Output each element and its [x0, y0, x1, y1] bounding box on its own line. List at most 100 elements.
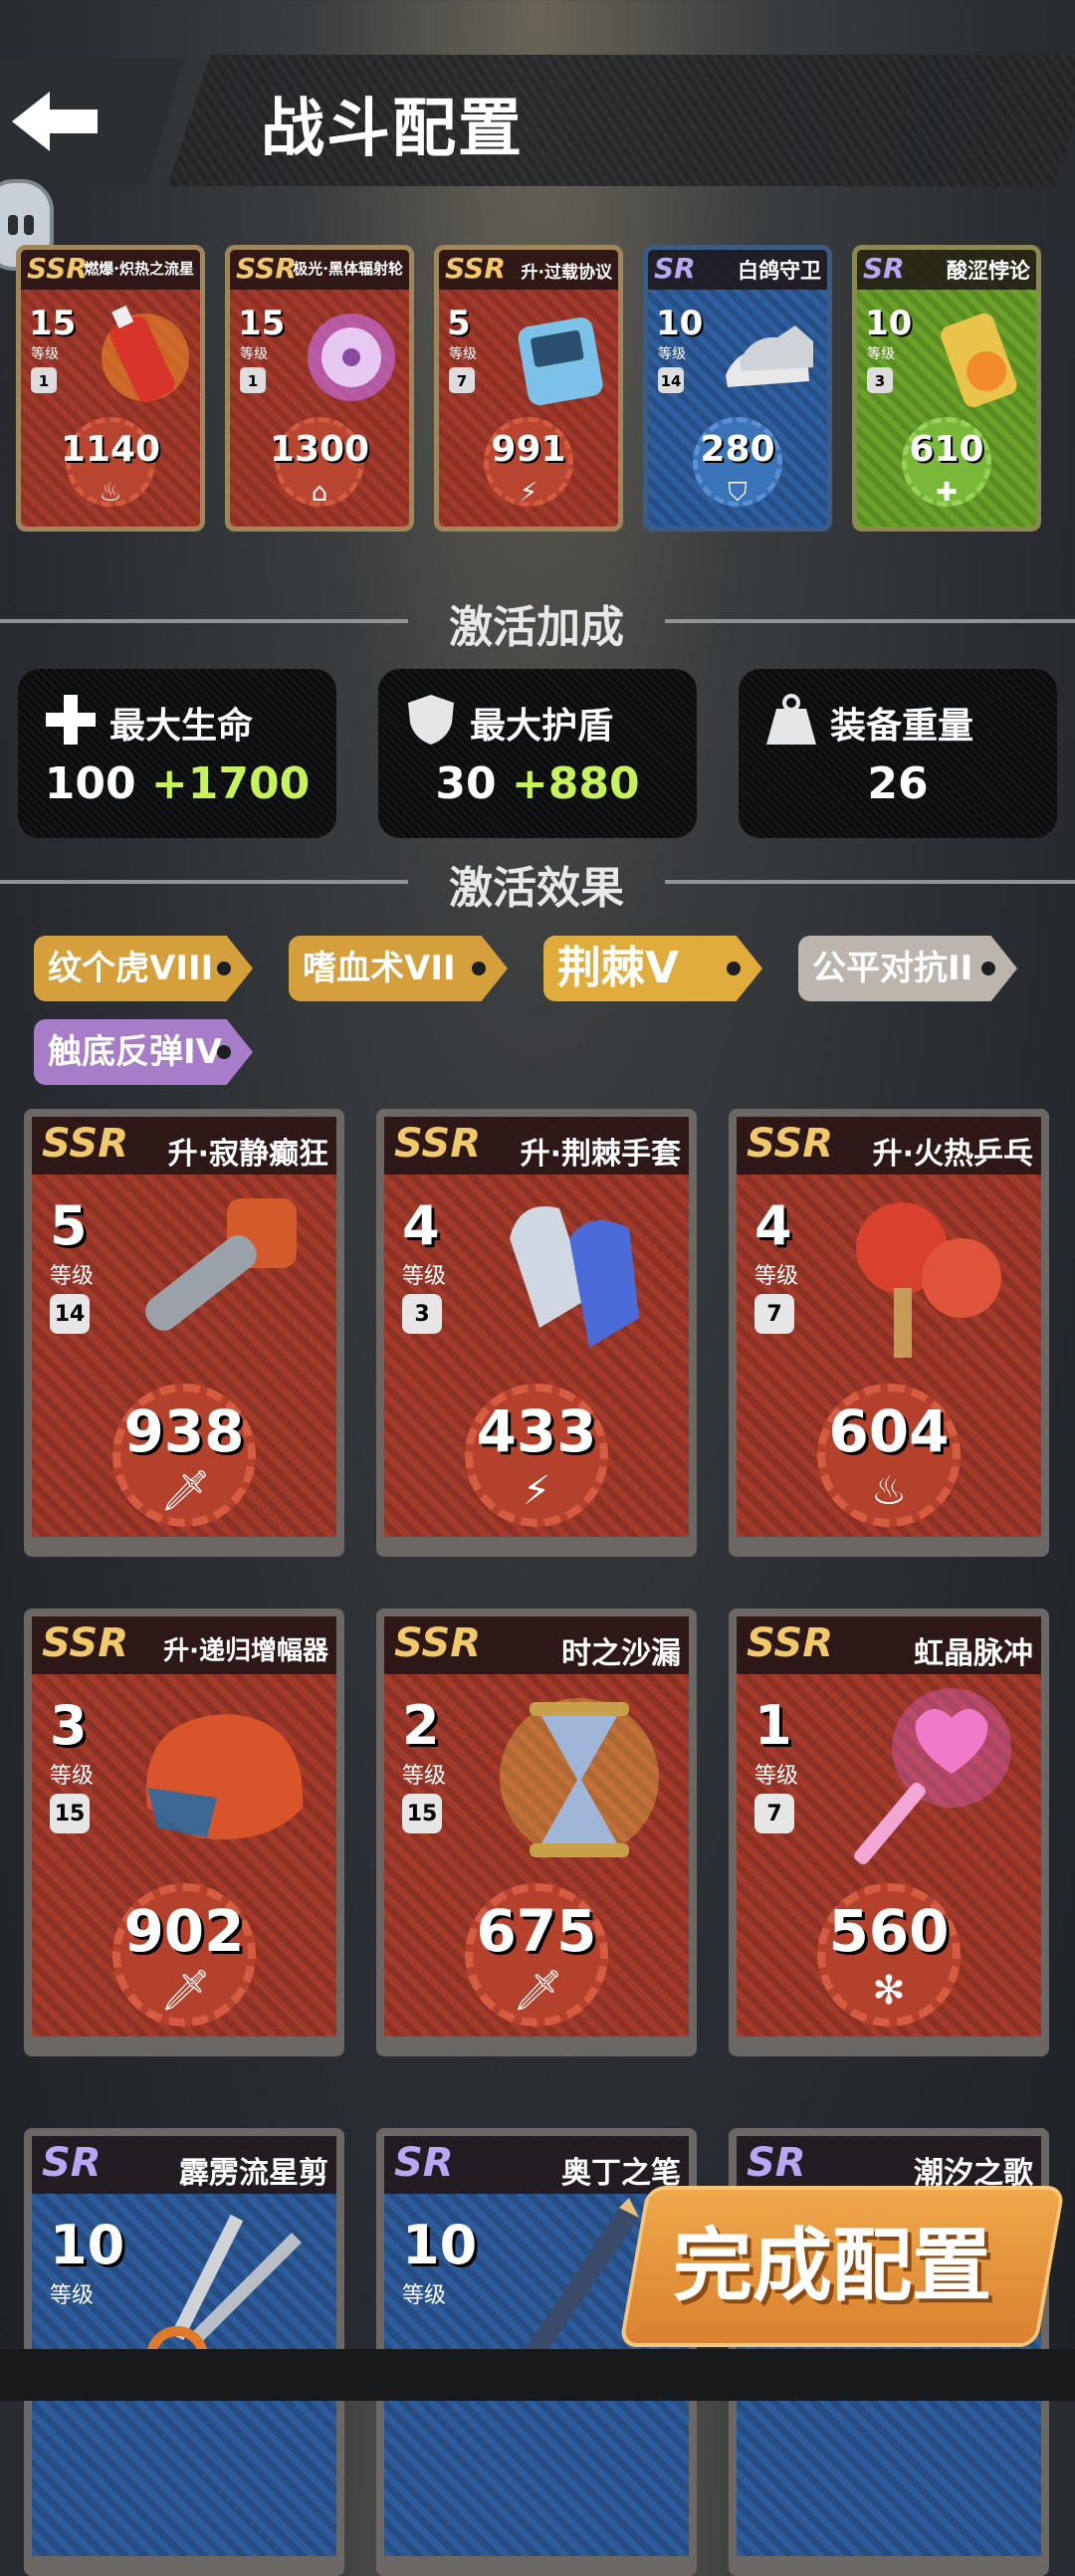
level-label: 等级	[402, 2283, 447, 2308]
stat-equip-weight: 装备重量 26	[739, 669, 1057, 838]
equipment-card[interactable]: SSR 时之沙漏 2 等级 15 675 🗡	[376, 1609, 697, 2056]
drop-icon: ⌂	[311, 478, 328, 508]
shield-icon: ⛉	[728, 478, 748, 508]
wand-icon	[854, 1688, 1011, 1864]
level-value: 5	[50, 1194, 88, 1257]
level-value: 10	[865, 304, 913, 343]
pingpong-icon	[856, 1202, 1001, 1358]
item-name: 升·寂静癫狂	[167, 1137, 328, 1172]
back-button[interactable]	[0, 58, 184, 185]
stat-value: 30 +880	[378, 758, 697, 809]
level-label: 等级	[50, 1764, 95, 1789]
level-value: 10	[50, 2214, 125, 2276]
level-value: 15	[29, 304, 77, 343]
sword-icon: 🗡	[513, 1968, 563, 2014]
stat-label: 装备重量	[830, 706, 974, 747]
bottom-bar	[0, 2349, 1075, 2401]
power-value: 280	[700, 429, 775, 470]
can-icon	[941, 313, 1017, 408]
level-value: 5	[447, 304, 471, 343]
level-value: 2	[402, 1694, 440, 1757]
complete-config-label[interactable]: 完成配置	[673, 2202, 991, 2317]
card-body: SR 霹雳流星剪 10 等级	[32, 2136, 336, 2556]
equipped-card[interactable]: SSR 燃爆·炽热之流星 15 等级 1 1140 ♨	[16, 245, 205, 532]
stat-base: 30	[435, 758, 497, 809]
chainsaw-icon	[145, 1198, 297, 1331]
weight-value: 14	[50, 1294, 90, 1334]
power-value: 604	[828, 1397, 950, 1465]
helmet-icon	[146, 1714, 304, 1839]
item-name: 时之沙漏	[561, 1636, 681, 1671]
equipped-card[interactable]: SR 酸涩悖论 10 等级 3 610 ✚	[852, 245, 1041, 532]
stat-max-shield: 最大护盾 30 +880	[378, 669, 697, 838]
level-label: 等级	[50, 2283, 95, 2308]
item-name: 白鸽守卫	[738, 259, 821, 283]
card-body: SSR 升·火热乒乓 4 等级 7 604 ♨	[737, 1117, 1041, 1537]
rank-badge: SR	[654, 252, 696, 285]
level-value: 10	[402, 2214, 478, 2276]
power-value: 991	[491, 429, 566, 470]
sneakers-icon	[726, 325, 813, 387]
weight-value: 1	[31, 367, 57, 393]
card-body: SSR 升·递归增幅器 3 等级 15 902 🗡	[32, 1616, 336, 2037]
level-label: 等级	[449, 346, 477, 362]
level-label: 等级	[402, 1764, 447, 1789]
item-name: 升·过载协议	[521, 263, 612, 283]
stat-base: 100	[44, 758, 136, 809]
power-value: 1300	[269, 429, 370, 470]
level-value: 15	[238, 304, 286, 343]
equipped-card[interactable]: SSR 极光·黑体辐射轮 15 等级 1 1300 ⌂	[225, 245, 414, 532]
stat-label: 最大护盾	[470, 706, 614, 747]
stat-value: 26	[867, 758, 929, 809]
rank-badge: SSR	[445, 252, 506, 285]
effect-tag[interactable]: 触底反弹IV	[34, 1019, 253, 1085]
weight-value: 15	[402, 1794, 442, 1833]
rank-badge: SSR	[236, 252, 297, 285]
effect-tag[interactable]: 公平对抗II	[798, 936, 1017, 1001]
rank-badge: SSR	[394, 1620, 481, 1666]
effect-tag[interactable]: 嗜血术VII	[289, 936, 508, 1001]
level-label: 等级	[402, 1264, 447, 1289]
item-name: 升·火热乒乓	[872, 1137, 1033, 1172]
power-value: 902	[123, 1897, 245, 1965]
fire-icon: ♨	[99, 478, 122, 508]
item-name: 升·荆棘手套	[520, 1137, 681, 1172]
power-value: 560	[828, 1897, 950, 1965]
stat-bonus: +880	[511, 758, 640, 809]
item-name: 燃爆·炽热之流星	[84, 260, 194, 278]
weight-value: 7	[449, 367, 475, 393]
gamepad-icon	[518, 317, 603, 406]
power-value: 1140	[60, 429, 161, 470]
equipment-card[interactable]: SSR 升·火热乒乓 4 等级 7 604 ♨	[729, 1109, 1049, 1557]
level-label: 等级	[50, 1264, 95, 1289]
level-value: 10	[656, 304, 704, 343]
card-body: SSR 时之沙漏 2 等级 15 675 🗡	[384, 1616, 689, 2037]
effect-tag[interactable]: 纹个虎VIII	[34, 936, 253, 1001]
rank-badge: SR	[42, 2140, 102, 2186]
rank-badge: SSR	[747, 1121, 833, 1167]
rank-badge: SSR	[42, 1121, 128, 1167]
power-value: 675	[476, 1897, 597, 1965]
power-value: 938	[123, 1397, 245, 1465]
weight-value: 3	[867, 367, 893, 393]
weight-value: 14	[658, 367, 684, 393]
equipment-card[interactable]: SSR 升·寂静癫狂 5 等级 14 938 🗡	[24, 1109, 344, 1557]
fire-icon: ♨	[871, 1468, 907, 1514]
equipment-card[interactable]: SSR 虹晶脉冲 1 等级 7 560 ✻	[729, 1609, 1049, 2056]
weight-icon	[766, 694, 816, 745]
equipment-card[interactable]: SSR 升·递归增幅器 3 等级 15 902 🗡	[24, 1609, 344, 2056]
equipped-card[interactable]: SR 白鸽守卫 10 等级 14 280 ⛉	[643, 245, 832, 532]
weight-value: 15	[50, 1794, 90, 1833]
back-arrow-icon	[12, 92, 98, 151]
effect-tag[interactable]: 荆棘V	[543, 936, 762, 1001]
level-value: 3	[50, 1694, 88, 1757]
level-label: 等级	[754, 1764, 799, 1789]
sword-icon: 🗡	[160, 1968, 211, 2014]
card-body: SSR 升·荆棘手套 4 等级 3 433 ⚡	[384, 1117, 689, 1537]
equipped-card[interactable]: SSR 升·过载协议 5 等级 7 991 ⚡	[434, 245, 623, 532]
plus-icon	[46, 695, 96, 745]
stat-max-hp: 最大生命 100 +1700	[18, 669, 336, 838]
stat-value: 100 +1700	[18, 758, 336, 809]
equipment-card[interactable]: SSR 升·荆棘手套 4 等级 3 433 ⚡	[376, 1109, 697, 1557]
level-label: 等级	[754, 1264, 799, 1289]
